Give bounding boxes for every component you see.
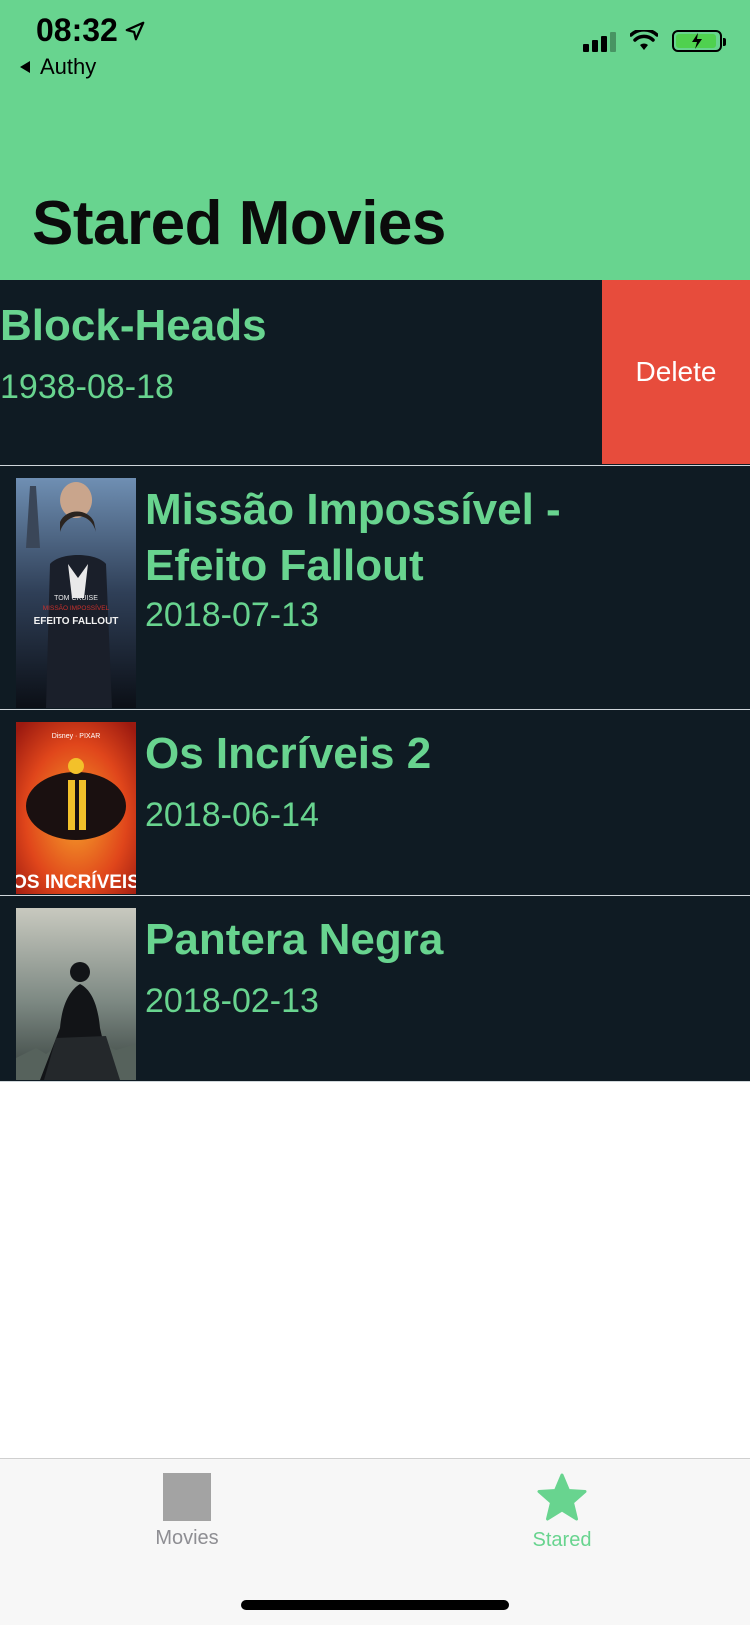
movie-date: 2018-06-14 xyxy=(145,796,319,834)
movie-title: Block-Heads xyxy=(0,301,267,350)
tab-stared-label: Stared xyxy=(532,1529,592,1551)
battery-charging-icon xyxy=(672,30,726,52)
status-time-wrap: 08:32 xyxy=(36,12,146,49)
wifi-icon xyxy=(630,30,658,50)
tab-movies-label: Movies xyxy=(155,1527,219,1549)
cellular-signal-icon xyxy=(583,30,616,52)
page-title: Stared Movies xyxy=(32,189,446,258)
status-icons xyxy=(583,30,726,52)
tab-stared[interactable]: Stared xyxy=(487,1473,637,1552)
incredibles-2-poster: Disney · PIXAR OS INCRÍVEIS xyxy=(16,722,136,894)
svg-text:TOM CRUISE: TOM CRUISE xyxy=(54,595,98,602)
movies-placeholder-icon xyxy=(163,1473,211,1521)
list-item[interactable]: Disney · PIXAR OS INCRÍVEIS Os Incríveis… xyxy=(0,710,750,896)
delete-button[interactable]: Delete xyxy=(602,280,750,464)
movie-title: Pantera Negra xyxy=(145,915,444,964)
movie-title: Os Incríveis 2 xyxy=(145,729,432,778)
svg-text:Disney · PIXAR: Disney · PIXAR xyxy=(52,733,101,740)
mission-impossible-poster: TOM CRUISE MISSÃO IMPOSSÍVEL EFEITO FALL… xyxy=(16,478,136,708)
location-arrow-icon xyxy=(125,21,145,40)
svg-text:MISSÃO IMPOSSÍVEL: MISSÃO IMPOSSÍVEL xyxy=(43,603,110,612)
svg-text:OS INCRÍVEIS: OS INCRÍVEIS xyxy=(16,871,136,893)
list-item-content: Block-Heads 1938-08-18 xyxy=(0,280,604,464)
tab-movies[interactable]: Movies xyxy=(112,1473,262,1550)
movie-date: 1938-08-18 xyxy=(0,368,174,406)
status-time: 08:32 xyxy=(36,12,118,48)
back-triangle-icon xyxy=(20,61,30,73)
stared-movies-list: Block-Heads 1938-08-18 Delete TOM CRUISE… xyxy=(0,280,750,1082)
black-panther-poster xyxy=(16,908,136,1080)
list-item[interactable]: Pantera Negra 2018-02-13 xyxy=(0,896,750,1082)
home-indicator xyxy=(241,1600,509,1610)
list-item[interactable]: TOM CRUISE MISSÃO IMPOSSÍVEL EFEITO FALL… xyxy=(0,466,750,710)
back-app-label: Authy xyxy=(40,54,97,79)
movie-date: 2018-07-13 xyxy=(145,596,319,634)
nav-header: 08:32 Authy Stared Movies xyxy=(0,0,750,280)
star-icon xyxy=(537,1473,587,1521)
movie-date: 2018-02-13 xyxy=(145,982,319,1020)
svg-text:EFEITO FALLOUT: EFEITO FALLOUT xyxy=(34,616,119,627)
list-item[interactable]: Block-Heads 1938-08-18 Delete xyxy=(0,280,750,466)
back-to-app-button[interactable]: Authy xyxy=(18,54,96,80)
movie-title: Missão Impossível - Efeito Fallout xyxy=(145,485,561,590)
